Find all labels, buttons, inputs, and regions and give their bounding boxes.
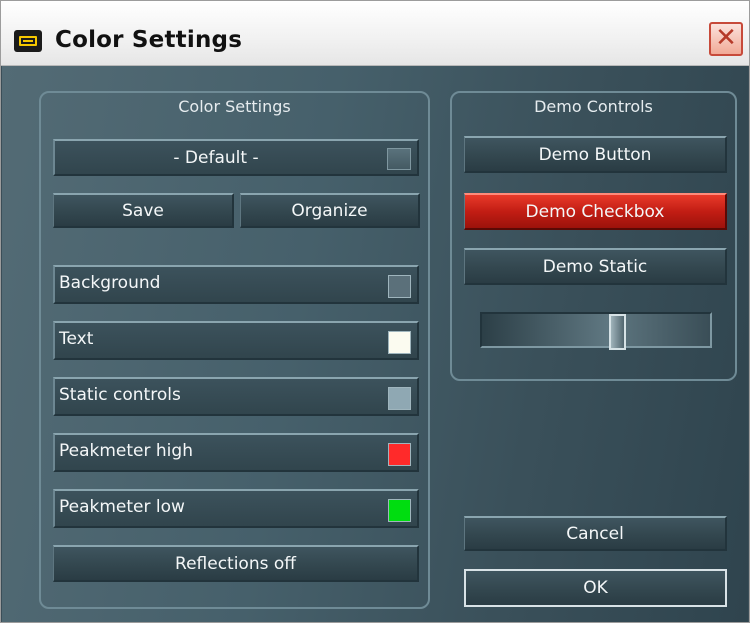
organize-button-label: Organize: [291, 201, 368, 221]
demo-button-label: Demo Button: [538, 145, 652, 165]
ok-button-label: OK: [583, 578, 608, 598]
organize-button[interactable]: Organize: [240, 193, 420, 228]
ok-button[interactable]: OK: [464, 569, 727, 607]
color-settings-window: Color Settings ✕ Color Settings - Defaul…: [0, 0, 750, 623]
demo-static-label: Demo Static: [542, 257, 648, 277]
dialog-body: Color Settings - Default - Save Organize…: [2, 66, 748, 622]
demo-checkbox[interactable]: Demo Checkbox: [464, 193, 727, 230]
title-bar[interactable]: Color Settings ✕: [1, 1, 749, 66]
color-item-peakmeter-low[interactable]: Peakmeter low: [53, 489, 419, 528]
preset-dropdown[interactable]: - Default -: [53, 139, 419, 176]
reflections-button-label: Reflections off: [175, 554, 296, 574]
reflections-toggle-button[interactable]: Reflections off: [53, 545, 419, 582]
color-item-text[interactable]: Text: [53, 321, 419, 360]
color-swatch-static-controls[interactable]: [388, 387, 411, 410]
window-title: Color Settings: [55, 27, 243, 53]
save-button[interactable]: Save: [53, 193, 234, 228]
demo-slider-thumb[interactable]: [608, 314, 626, 350]
dropdown-arrow-icon[interactable]: [387, 148, 411, 170]
color-swatch-background[interactable]: [388, 275, 411, 298]
color-item-label: Static controls: [59, 385, 181, 405]
color-swatch-text[interactable]: [388, 331, 411, 354]
cancel-button-label: Cancel: [566, 524, 624, 544]
color-item-background[interactable]: Background: [53, 265, 419, 304]
cancel-button[interactable]: Cancel: [464, 516, 727, 551]
demo-controls-group-title: Demo Controls: [534, 97, 653, 116]
color-item-label: Text: [59, 329, 94, 349]
save-button-label: Save: [122, 201, 164, 221]
demo-slider-track[interactable]: [480, 312, 712, 348]
preset-dropdown-value: - Default -: [173, 148, 259, 168]
demo-checkbox-label: Demo Checkbox: [525, 202, 665, 222]
color-item-label: Peakmeter low: [59, 497, 185, 517]
color-item-peakmeter-high[interactable]: Peakmeter high: [53, 433, 419, 472]
color-item-label: Background: [59, 273, 161, 293]
demo-button[interactable]: Demo Button: [464, 136, 727, 173]
color-swatch-peakmeter-high[interactable]: [388, 443, 411, 466]
close-button[interactable]: ✕: [709, 22, 743, 56]
app-icon: [14, 30, 42, 52]
demo-static: Demo Static: [464, 248, 727, 285]
color-swatch-peakmeter-low[interactable]: [388, 499, 411, 522]
color-item-label: Peakmeter high: [59, 441, 193, 461]
color-settings-group-title: Color Settings: [178, 97, 291, 116]
color-item-static-controls[interactable]: Static controls: [53, 377, 419, 416]
close-icon: ✕: [715, 23, 737, 53]
